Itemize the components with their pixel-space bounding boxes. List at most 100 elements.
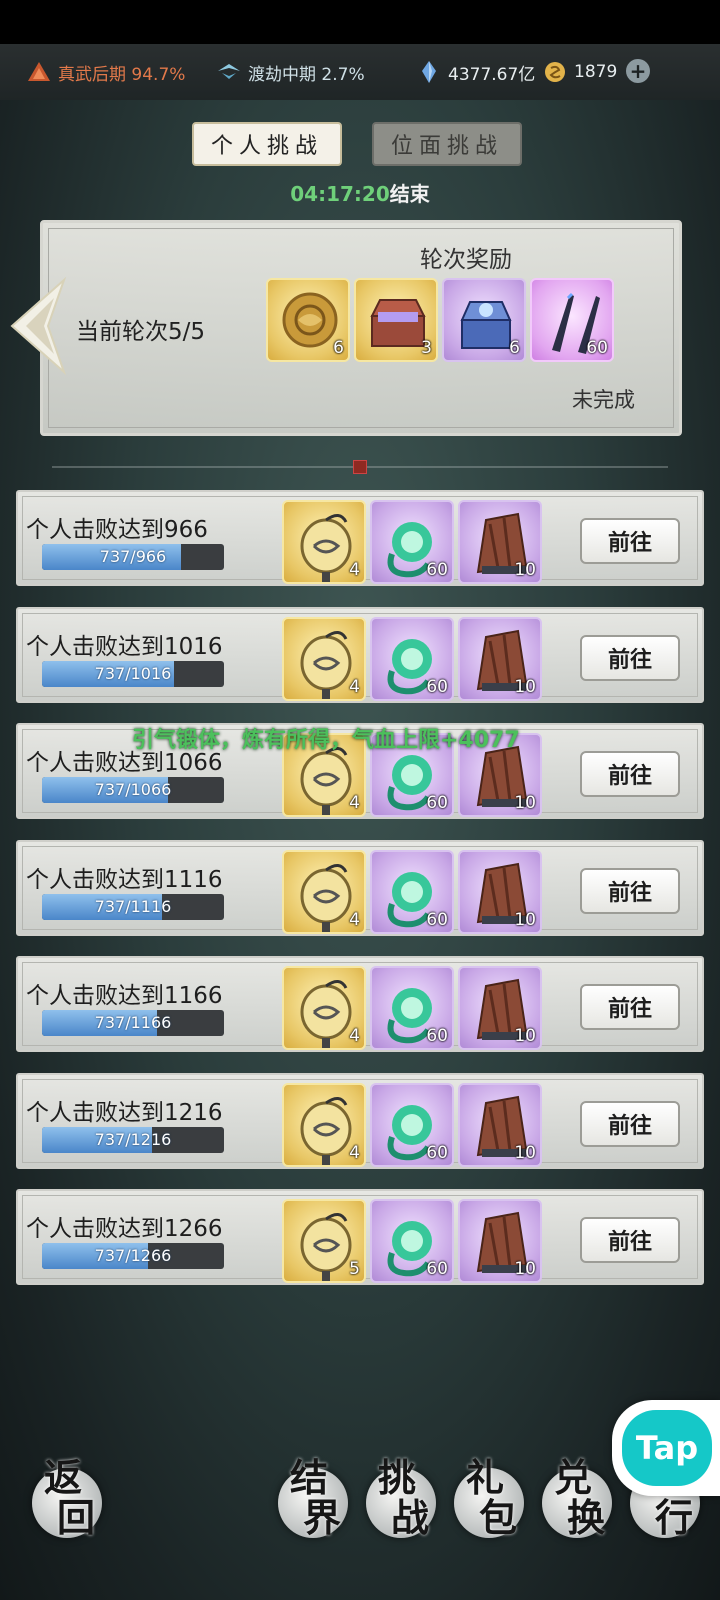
- reward-quantity: 4: [349, 1142, 360, 1163]
- task-reward-item[interactable]: 60: [370, 500, 454, 584]
- resource-bar: 真武后期 94.7% 渡劫中期 2.7% 4377.67亿 1879 +: [0, 44, 720, 100]
- reward-quantity: 4: [349, 793, 360, 813]
- crystal-amount: 4377.67亿: [448, 64, 536, 85]
- task-title: 个人击败达到1016: [26, 633, 223, 660]
- task-reward-item[interactable]: 4: [282, 966, 366, 1050]
- nav-label-char2: 回: [56, 1495, 101, 1540]
- round-reward-title: 轮次奖励: [420, 247, 512, 273]
- nav-label: 返回: [22, 1456, 110, 1540]
- current-round-label: 当前轮次5/5: [76, 319, 206, 345]
- crystal-currency: 4377.67亿: [416, 44, 535, 100]
- event-countdown: 04:17:20结束: [0, 178, 720, 207]
- reward-quantity: 10: [514, 909, 536, 930]
- go-button[interactable]: 前往: [580, 1100, 680, 1147]
- task-reward-item[interactable]: 4: [282, 849, 366, 934]
- task-reward-item[interactable]: 5: [282, 1199, 366, 1283]
- add-currency-button[interactable]: +: [626, 59, 650, 83]
- task-reward-item[interactable]: 4: [282, 1082, 366, 1167]
- return-button[interactable]: 返回: [22, 1450, 110, 1560]
- go-button[interactable]: 前往: [580, 634, 680, 681]
- coin-currency: 1879: [542, 44, 617, 100]
- challenge-button[interactable]: 挑战: [356, 1450, 444, 1560]
- task-title: 个人击败达到966: [26, 517, 208, 543]
- task-reward-item[interactable]: 60: [370, 616, 454, 701]
- nav-label: 礼包: [444, 1456, 532, 1540]
- bottom-navigation: 返回 结界 挑战 礼包 兑换 排行: [0, 1450, 720, 1600]
- task-progress-bar: 737/1216: [42, 1126, 224, 1153]
- task-reward-item[interactable]: 60: [370, 966, 454, 1050]
- progress-text: 737/1016: [94, 663, 172, 683]
- task-reward-item[interactable]: 10: [458, 1199, 542, 1283]
- tab-plane-challenge[interactable]: 位面挑战: [372, 122, 522, 166]
- reward-quantity: 6: [509, 338, 520, 358]
- floating-notification: 引气锻体，炼有所得，气血上限+4077: [132, 728, 520, 753]
- task-row: 个人击败达到1216 737/1216 4 60 10 前往: [16, 1072, 704, 1169]
- round-reward-item[interactable]: 60: [530, 278, 614, 362]
- nav-label-char1: 兑: [553, 1455, 598, 1500]
- reward-quantity: 60: [586, 338, 608, 358]
- reward-quantity: 5: [349, 1259, 360, 1279]
- progress-text: 737/1266: [94, 1246, 172, 1265]
- gift-pack-button[interactable]: 礼包: [444, 1450, 532, 1560]
- task-reward-item[interactable]: 60: [370, 1082, 454, 1167]
- go-button[interactable]: 前往: [580, 984, 680, 1030]
- tap-logo: Tap: [622, 1410, 712, 1486]
- reward-quantity: 10: [514, 1259, 536, 1279]
- task-reward-item[interactable]: 10: [458, 849, 542, 934]
- reward-quantity: 10: [514, 1142, 536, 1163]
- round-reward-item[interactable]: 6: [442, 278, 526, 362]
- task-reward-item[interactable]: 4: [282, 500, 366, 584]
- tab-personal-challenge[interactable]: 个人挑战: [192, 122, 342, 166]
- reward-quantity: 60: [426, 676, 448, 697]
- round-reward-item[interactable]: 6: [266, 278, 350, 362]
- previous-round-arrow-icon[interactable]: [8, 276, 68, 376]
- nav-label: 挑战: [356, 1456, 444, 1540]
- go-button[interactable]: 前往: [580, 518, 680, 564]
- nav-label: 兑换: [532, 1456, 620, 1540]
- task-reward-item[interactable]: 10: [458, 616, 542, 701]
- tribulation-realm: 渡劫中期 2.7%: [216, 44, 365, 100]
- task-title: 个人击败达到1166: [26, 983, 223, 1009]
- reward-quantity: 60: [426, 793, 448, 813]
- nav-label-char2: 行: [654, 1495, 699, 1540]
- task-reward-item[interactable]: 10: [458, 966, 542, 1050]
- round-reward-item[interactable]: 3: [354, 278, 438, 362]
- task-progress-bar: 737/1166: [42, 1010, 224, 1036]
- tribulation-icon: [218, 64, 240, 79]
- taptap-float-button[interactable]: Tap: [612, 1400, 720, 1496]
- task-reward-item[interactable]: 4: [282, 616, 366, 701]
- progress-text: 737/1116: [94, 896, 172, 916]
- progress-text: 737/966: [99, 547, 167, 566]
- nav-label-char2: 包: [478, 1495, 523, 1540]
- task-reward-item[interactable]: 10: [458, 500, 542, 584]
- countdown-time: 04:17:20: [290, 182, 390, 206]
- go-button[interactable]: 前往: [580, 867, 680, 914]
- realm-barrier-button[interactable]: 结界: [268, 1450, 356, 1560]
- reward-quantity: 3: [421, 338, 432, 358]
- reward-quantity: 60: [426, 1259, 448, 1279]
- task-reward-item[interactable]: 10: [458, 1082, 542, 1167]
- task-progress-bar: 737/1266: [42, 1243, 224, 1269]
- crystal-icon: [422, 61, 436, 83]
- seal-mark-icon: [353, 460, 367, 474]
- task-reward-item[interactable]: 60: [370, 1199, 454, 1283]
- nav-label-char1: 返: [43, 1455, 88, 1500]
- reward-quantity: 10: [514, 793, 536, 813]
- progress-text: 737/1066: [94, 780, 172, 799]
- task-reward-item[interactable]: 60: [370, 849, 454, 934]
- task-row: 个人击败达到1016 737/1016 4 60 10 前往: [16, 606, 704, 703]
- countdown-suffix: 结束: [389, 182, 430, 206]
- task-progress-bar: 737/1116: [42, 893, 224, 920]
- reward-quantity: 10: [514, 1026, 536, 1046]
- go-button[interactable]: 前往: [580, 751, 680, 797]
- tribulation-text: 渡劫中期 2.7%: [248, 64, 365, 85]
- realm-text: 真武后期 94.7%: [58, 64, 186, 85]
- reward-quantity: 60: [426, 560, 448, 580]
- nav-label-char1: 挑: [377, 1455, 422, 1500]
- exchange-button[interactable]: 兑换: [532, 1450, 620, 1560]
- task-title: 个人击败达到1216: [26, 1099, 223, 1126]
- go-button[interactable]: 前往: [580, 1217, 680, 1263]
- nav-label-char2: 界: [302, 1495, 347, 1540]
- nav-label-char2: 换: [566, 1495, 611, 1540]
- reward-quantity: 6: [333, 338, 344, 358]
